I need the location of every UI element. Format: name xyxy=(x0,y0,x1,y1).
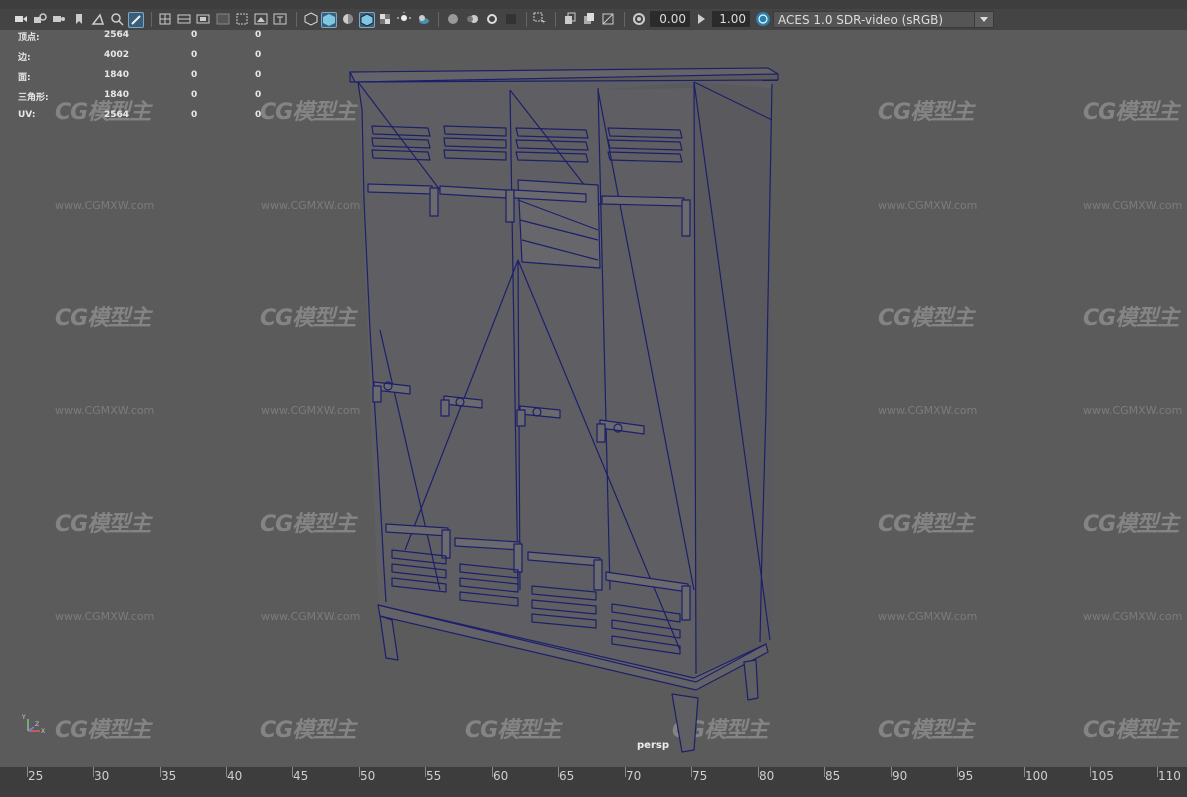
tick-label: 90 xyxy=(892,769,908,783)
depth-of-field-icon[interactable] xyxy=(504,12,518,26)
hud-label: 三角形: xyxy=(18,93,49,103)
tick-label: 60 xyxy=(493,769,509,783)
film-gate-icon[interactable] xyxy=(177,12,191,26)
tick-label: 35 xyxy=(161,769,177,783)
anti-aliasing-icon[interactable] xyxy=(485,12,499,26)
xray-icon[interactable] xyxy=(563,12,577,26)
tick-label: 105 xyxy=(1091,769,1114,783)
safe-action-icon[interactable] xyxy=(254,12,268,26)
tick-label: 100 xyxy=(1025,769,1048,783)
gamma-icon[interactable] xyxy=(694,12,708,26)
hud-label: 面: xyxy=(18,73,31,83)
hud-label: 边: xyxy=(18,53,31,63)
hud-value: 0 xyxy=(191,50,198,60)
tick-label: 80 xyxy=(759,769,775,783)
field-chart-icon[interactable] xyxy=(235,12,249,26)
tick-label: 95 xyxy=(958,769,974,783)
axis-gizmo: Y X Z xyxy=(22,714,45,735)
toolbar-separator xyxy=(296,12,297,27)
axis-label-y: Y xyxy=(22,714,26,721)
tick-label: 110 xyxy=(1158,769,1181,783)
axis-label-x: X xyxy=(41,728,45,735)
hud-value: 1840 xyxy=(104,90,130,100)
two-d-pan-zoom-icon[interactable] xyxy=(110,12,124,26)
smooth-shade-icon[interactable] xyxy=(321,12,337,28)
wireframe-on-shaded-icon[interactable] xyxy=(359,12,375,28)
toolbar-separator xyxy=(526,12,527,27)
hud-label: 顶点: xyxy=(18,33,40,43)
lights-icon[interactable] xyxy=(397,12,411,26)
hud-value: 0 xyxy=(255,90,262,100)
motion-blur-icon[interactable] xyxy=(466,12,480,26)
toolbar-separator xyxy=(555,12,556,27)
shadows-icon[interactable] xyxy=(416,12,430,26)
screen-space-ao-icon[interactable] xyxy=(446,12,460,26)
exposure-icon[interactable] xyxy=(632,12,646,26)
exposure-field[interactable]: 0.00 xyxy=(650,11,690,27)
hud-value: 0 xyxy=(191,110,198,120)
cabinet-model[interactable] xyxy=(0,30,1187,767)
gate-mask-icon[interactable] xyxy=(216,12,230,26)
hud-value: 0 xyxy=(191,90,198,100)
grid-icon[interactable] xyxy=(158,12,172,26)
tick-label: 30 xyxy=(94,769,110,783)
view-transform-icon[interactable] xyxy=(756,12,770,26)
hud-value: 2564 xyxy=(104,110,130,120)
select-camera-icon[interactable] xyxy=(14,12,28,26)
toolbar-separator xyxy=(151,12,152,27)
camera-name-label: persp xyxy=(637,740,669,751)
viewport-3d[interactable]: CG模型主 CG模型主 CG模型主 CG模型主 CG模型主 CG模型主 www.… xyxy=(0,30,1187,767)
hud-value: 0 xyxy=(255,110,262,120)
lock-camera-icon[interactable] xyxy=(33,12,47,26)
hud-label: UV: xyxy=(18,110,36,120)
tick-label: 65 xyxy=(559,769,575,783)
xray-active-components-icon[interactable] xyxy=(601,12,615,26)
tick-label: 40 xyxy=(227,769,243,783)
default-material-icon[interactable] xyxy=(341,12,355,26)
tick-label: 70 xyxy=(626,769,642,783)
hud-value: 2564 xyxy=(104,30,130,40)
hud-value: 0 xyxy=(191,30,198,40)
axis-label-z: Z xyxy=(35,721,39,728)
tick-label: 45 xyxy=(293,769,309,783)
image-plane-icon[interactable] xyxy=(91,12,105,26)
time-slider[interactable]: 25 30 35 40 45 50 55 60 65 70 75 80 85 9… xyxy=(0,767,1187,797)
viewport-toolbar: 0.00 1.00 ACES 1.0 SDR-video (sRGB) xyxy=(0,9,1187,31)
bookmarks-icon[interactable] xyxy=(72,12,86,26)
wireframe-icon[interactable] xyxy=(304,12,318,26)
menu-bar xyxy=(0,0,1187,9)
hud-value: 0 xyxy=(255,30,262,40)
tick-label: 25 xyxy=(28,769,44,783)
color-space-select[interactable]: ACES 1.0 SDR-video (sRGB) xyxy=(773,11,994,28)
textured-icon[interactable] xyxy=(378,12,392,26)
gamma-field[interactable]: 1.00 xyxy=(712,11,750,27)
tick-label: 55 xyxy=(426,769,442,783)
camera-attributes-icon[interactable] xyxy=(52,12,66,26)
hud-value: 0 xyxy=(255,50,262,60)
dropdown-arrow-icon[interactable] xyxy=(974,12,993,27)
resolution-gate-icon[interactable] xyxy=(196,12,210,26)
tick-label: 50 xyxy=(360,769,376,783)
hud-value: 0 xyxy=(255,70,262,80)
tick-label: 85 xyxy=(825,769,841,783)
color-space-value: ACES 1.0 SDR-video (sRGB) xyxy=(778,13,944,27)
safe-title-icon[interactable] xyxy=(273,12,287,26)
tick-label: 75 xyxy=(692,769,708,783)
hud-value: 1840 xyxy=(104,70,130,80)
hud-value: 4002 xyxy=(104,50,130,60)
isolate-select-icon[interactable] xyxy=(533,12,547,26)
grease-pencil-icon[interactable] xyxy=(128,12,144,28)
hud-value: 0 xyxy=(191,70,198,80)
xray-joints-icon[interactable] xyxy=(582,12,596,26)
toolbar-separator xyxy=(438,12,439,27)
toolbar-separator xyxy=(624,12,625,27)
